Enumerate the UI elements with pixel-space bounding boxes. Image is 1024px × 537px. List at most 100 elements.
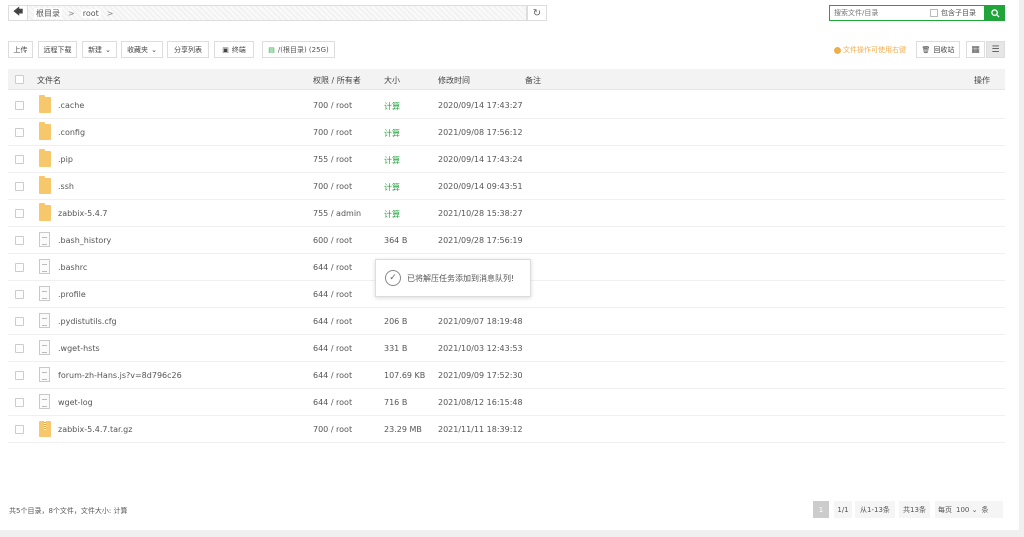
terminal-icon: ▣ [222, 45, 229, 54]
row-checkbox[interactable] [15, 236, 24, 245]
include-subdir-checkbox[interactable] [930, 9, 938, 17]
tip-label: 文件操作可使用右键 [843, 46, 906, 54]
file-permission[interactable]: 644 / root [313, 290, 352, 299]
file-permission[interactable]: 644 / root [313, 371, 352, 380]
refresh-button[interactable]: ↻ [527, 5, 547, 21]
recycle-bin-button[interactable]: 🗑 回收站 [916, 41, 960, 58]
file-name[interactable]: .pip [58, 155, 73, 164]
row-checkbox[interactable] [15, 263, 24, 272]
file-name[interactable]: .profile [58, 290, 86, 299]
row-checkbox[interactable] [15, 371, 24, 380]
calc-size-link[interactable]: 计算 [384, 182, 400, 193]
terminal-button[interactable]: ▣ 终端 [214, 41, 254, 58]
row-checkbox[interactable] [15, 425, 24, 434]
row-checkbox[interactable] [15, 344, 24, 353]
file-permission[interactable]: 644 / root [313, 344, 352, 353]
table-row[interactable]: .wget-hsts 644 / root 331 B 2021/10/03 12:4… [8, 335, 1005, 362]
file-name[interactable]: .cache [58, 101, 84, 110]
row-checkbox[interactable] [15, 317, 24, 326]
terminal-label: 终端 [231, 45, 246, 54]
table-row[interactable]: .pip 755 / root 计算 2020/09/14 17:43:24 [8, 146, 1005, 173]
table-row[interactable]: .cache 700 / root 计算 2020/09/14 17:43:27 [8, 92, 1005, 119]
file-permission[interactable]: 700 / root [313, 425, 352, 434]
disk-button[interactable]: ▤ /(根目录) (25G) [262, 41, 335, 58]
file-name[interactable]: .wget-hsts [58, 344, 100, 353]
search-box: 包含子目录 [829, 5, 985, 21]
list-view-button[interactable]: ☰ [986, 41, 1005, 58]
file-permission[interactable]: 644 / root [313, 398, 352, 407]
header-size[interactable]: 大小 [384, 75, 400, 86]
row-checkbox[interactable] [15, 182, 24, 191]
crumb-root-dir[interactable]: 根目录 [34, 7, 62, 19]
favorites-dropdown-button[interactable]: 收藏夹 ⌄ [121, 41, 163, 58]
path-breadcrumb[interactable]: 根目录 > root > [28, 5, 527, 21]
calc-size-link[interactable]: 计算 [384, 209, 400, 220]
back-button[interactable]: 🡄 [8, 5, 28, 21]
grid-view-button[interactable]: ▦ [966, 41, 985, 58]
file-permission[interactable]: 755 / admin [313, 209, 361, 218]
table-row[interactable]: zabbix-5.4.7 755 / admin 计算 2021/10/28 15:3… [8, 200, 1005, 227]
file-permission[interactable]: 700 / root [313, 128, 352, 137]
include-subdir-label: 包含子目录 [941, 9, 976, 17]
chevron-right-icon: > [106, 8, 114, 18]
file-name[interactable]: wget-log [58, 398, 93, 407]
chevron-right-icon: > [68, 8, 75, 18]
calc-size-link[interactable]: 计算 [384, 155, 400, 166]
arrow-left-icon: 🡄 [12, 6, 24, 18]
page-range: 从1-13条 [855, 501, 895, 518]
file-name[interactable]: .config [58, 128, 85, 137]
context-menu-tip: 文件操作可使用右键 [834, 45, 906, 55]
file-icon [39, 313, 50, 328]
select-all-checkbox[interactable] [15, 75, 24, 84]
table-row[interactable]: wget-log 644 / root 716 B 2021/08/12 16:15:… [8, 389, 1005, 416]
table-row[interactable]: .config 700 / root 计算 2021/09/08 17:56:12 [8, 119, 1005, 146]
file-name[interactable]: .pydistutils.cfg [58, 317, 117, 326]
share-list-button[interactable]: 分享列表 [167, 41, 209, 58]
row-checkbox[interactable] [15, 398, 24, 407]
table-header: 文件名 权限 / 所有者 大小 修改时间 备注 操作 [8, 69, 1005, 90]
file-permission[interactable]: 700 / root [313, 101, 352, 110]
file-name[interactable]: zabbix-5.4.7.tar.gz [58, 425, 132, 434]
header-mtime[interactable]: 修改时间 [438, 75, 470, 86]
calc-size-link[interactable]: 计算 [384, 101, 400, 112]
table-row[interactable]: .pydistutils.cfg 644 / root 206 B 2021/09/0… [8, 308, 1005, 335]
trash-icon: 🗑 [921, 45, 931, 54]
table-row[interactable]: .ssh 700 / root 计算 2020/09/14 09:43:51 [8, 173, 1005, 200]
new-dropdown-button[interactable]: 新建 ⌄ [82, 41, 117, 58]
file-mtime: 2021/11/11 18:39:12 [438, 425, 523, 434]
header-name[interactable]: 文件名 [37, 75, 61, 86]
crumb-root[interactable]: root [80, 8, 101, 18]
grid-icon: ▦ [971, 44, 980, 55]
page-current[interactable]: 1 [813, 501, 829, 518]
file-permission[interactable]: 644 / root [313, 263, 352, 272]
table-row[interactable]: forum-zh-Hans.js?v=8d796c26 644 / root 107… [8, 362, 1005, 389]
upload-button[interactable]: 上传 [8, 41, 33, 58]
file-mtime: 2021/09/07 18:19:48 [438, 317, 523, 326]
search-button[interactable] [985, 5, 1005, 21]
row-checkbox[interactable] [15, 101, 24, 110]
file-mtime: 2021/10/28 15:38:27 [438, 209, 523, 218]
file-name[interactable]: forum-zh-Hans.js?v=8d796c26 [58, 371, 182, 380]
chevron-down-icon: ⌄ [105, 45, 111, 54]
row-checkbox[interactable] [15, 155, 24, 164]
file-permission[interactable]: 600 / root [313, 236, 352, 245]
file-name[interactable]: .bash_history [58, 236, 111, 245]
file-permission[interactable]: 644 / root [313, 317, 352, 326]
file-name[interactable]: zabbix-5.4.7 [58, 209, 107, 218]
row-checkbox[interactable] [15, 128, 24, 137]
remote-download-button[interactable]: 远程下载 [38, 41, 77, 58]
calc-size-link[interactable]: 计算 [384, 128, 400, 139]
table-row[interactable]: .bash_history 600 / root 364 B 2021/09/28 1… [8, 227, 1005, 254]
file-name[interactable]: .ssh [58, 182, 74, 191]
row-checkbox[interactable] [15, 290, 24, 299]
header-perm[interactable]: 权限 / 所有者 [313, 75, 361, 86]
row-checkbox[interactable] [15, 209, 24, 218]
file-name[interactable]: .bashrc [58, 263, 87, 272]
table-row[interactable]: zabbix-5.4.7.tar.gz 700 / root 23.29 MB 202… [8, 416, 1005, 443]
per-page-select[interactable]: 100 ⌄ [956, 506, 977, 514]
file-permission[interactable]: 755 / root [313, 155, 352, 164]
search-input[interactable] [834, 6, 930, 20]
include-subdir-toggle[interactable]: 包含子目录 [930, 8, 976, 18]
file-permission[interactable]: 700 / root [313, 182, 352, 191]
toast-notification: ✓ 已将解压任务添加到消息队列! [375, 259, 531, 297]
